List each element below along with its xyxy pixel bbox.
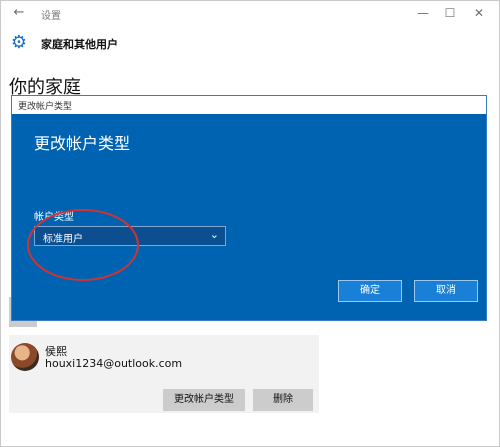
arrow-left-icon[interactable]: ← [11,5,27,21]
title-bar: ← 设置 — ☐ ✕ [1,1,499,27]
red-highlight-ellipse [27,209,139,281]
dialog-heading: 更改帐户类型 [34,134,131,153]
change-account-type-dialog: 更改帐户类型 更改帐户类型 帐户类型 标准用户 ⌄ 确定 取消 [11,95,487,321]
settings-window: ← 设置 — ☐ ✕ ⚙ 家庭和其他用户 你的家庭 侯熙 houxi1234@o… [0,0,500,447]
cancel-button[interactable]: 取消 [414,280,478,302]
user-card[interactable]: 侯熙 houxi1234@outlook.com 更改帐户类型 删除 [9,335,319,413]
page-header: ⚙ 家庭和其他用户 [9,33,499,55]
gear-icon: ⚙ [10,32,28,53]
change-account-type-button[interactable]: 更改帐户类型 [163,389,245,411]
dialog-title-bar: 更改帐户类型 [12,96,486,114]
delete-button[interactable]: 删除 [253,389,313,411]
maximize-icon[interactable]: ☐ [438,3,462,23]
dialog-window-title: 更改帐户类型 [18,102,73,112]
user-email: houxi1234@outlook.com [45,357,183,370]
avatar [11,343,39,371]
chevron-down-icon: ⌄ [209,228,219,241]
header-title: 家庭和其他用户 [41,38,118,51]
ok-button[interactable]: 确定 [338,280,402,302]
window-title: 设置 [41,11,61,22]
minimize-icon[interactable]: — [411,3,435,23]
close-icon[interactable]: ✕ [467,3,491,23]
